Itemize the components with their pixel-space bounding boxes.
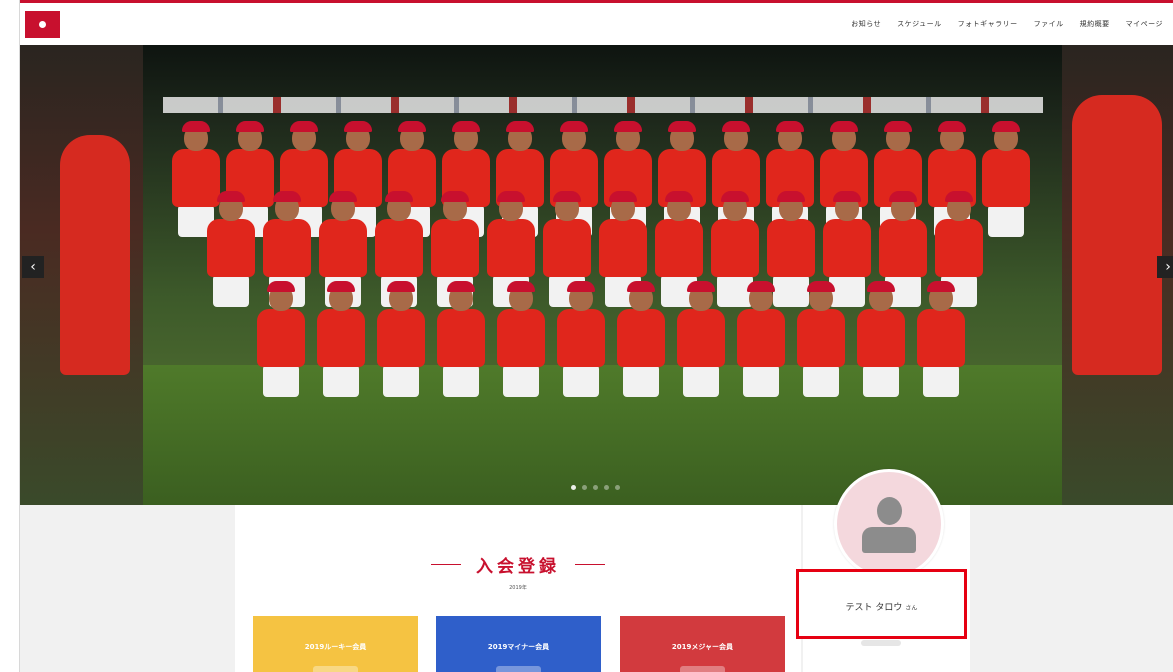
- nav-news[interactable]: お知らせ: [851, 19, 881, 29]
- player-figure: [493, 281, 549, 397]
- player-figure: [673, 281, 729, 397]
- registration-heading: 入会登録: [235, 552, 801, 577]
- player-figure: [853, 281, 909, 397]
- slider-pagination: [571, 485, 620, 490]
- plan-major-label: 2019メジャー会員: [671, 643, 734, 651]
- plan-major-tab: [680, 666, 725, 672]
- left-margin: [0, 0, 20, 672]
- plan-rookie-tab: [313, 666, 358, 672]
- main-nav: お知らせ スケジュール フォトギャラリー ファイル 規約概要 マイページ: [851, 3, 1163, 45]
- nav-mypage[interactable]: マイページ: [1126, 19, 1163, 29]
- site-logo[interactable]: [25, 11, 60, 38]
- player-figure: [373, 281, 429, 397]
- slider-next-button[interactable]: ›: [1157, 256, 1173, 278]
- plan-minor-label: 2019マイナー会員: [487, 643, 550, 651]
- slider-dot-4[interactable]: [604, 485, 609, 490]
- nav-photo-gallery[interactable]: フォトギャラリー: [958, 19, 1018, 29]
- slider-dot-3[interactable]: [593, 485, 598, 490]
- user-silhouette-body: [862, 527, 916, 553]
- heading-rule-left: [430, 564, 461, 565]
- player-figure: [733, 281, 789, 397]
- player-figure: [433, 281, 489, 397]
- nav-terms[interactable]: 規約概要: [1080, 19, 1110, 29]
- hero-slider: ‹ ›: [20, 45, 1173, 505]
- player-figure: [203, 191, 259, 307]
- logo-mark-icon: [39, 21, 46, 28]
- team-photo: [143, 45, 1062, 505]
- nav-schedule[interactable]: スケジュール: [897, 19, 942, 29]
- player-figure: [253, 281, 309, 397]
- player-figure: [553, 281, 609, 397]
- plan-minor-tab: [496, 666, 541, 672]
- registration-title: 入会登録: [476, 557, 560, 577]
- player-figure: [313, 281, 369, 397]
- slider-dot-1[interactable]: [571, 485, 576, 490]
- user-silhouette-icon: [877, 497, 902, 525]
- registration-subtitle: 2019年: [509, 585, 527, 591]
- player-figure: [913, 281, 969, 397]
- user-avatar[interactable]: [834, 469, 944, 579]
- user-name-highlight-box: テスト タロウ さん: [796, 569, 967, 639]
- user-name: テスト タロウ さん: [799, 600, 964, 613]
- profile-link-placeholder[interactable]: [861, 640, 901, 646]
- nav-files[interactable]: ファイル: [1034, 19, 1064, 29]
- player-figure: [613, 281, 669, 397]
- player-figure: [793, 281, 849, 397]
- user-name-text: テスト タロウ: [845, 603, 903, 613]
- plan-major-button[interactable]: 2019メジャー会員: [620, 616, 785, 672]
- slider-dot-2[interactable]: [582, 485, 587, 490]
- site-header: お知らせ スケジュール フォトギャラリー ファイル 規約概要 マイページ: [20, 3, 1173, 46]
- plan-rookie-button[interactable]: 2019ルーキー会員: [253, 616, 418, 672]
- user-name-suffix: さん: [905, 605, 918, 612]
- plan-rookie-label: 2019ルーキー会員: [304, 643, 367, 651]
- slider-prev-button[interactable]: ‹: [22, 256, 44, 278]
- slider-dot-5[interactable]: [615, 485, 620, 490]
- heading-rule-right: [575, 564, 606, 565]
- stadium-banners: [163, 97, 1043, 113]
- plan-minor-button[interactable]: 2019マイナー会員: [436, 616, 601, 672]
